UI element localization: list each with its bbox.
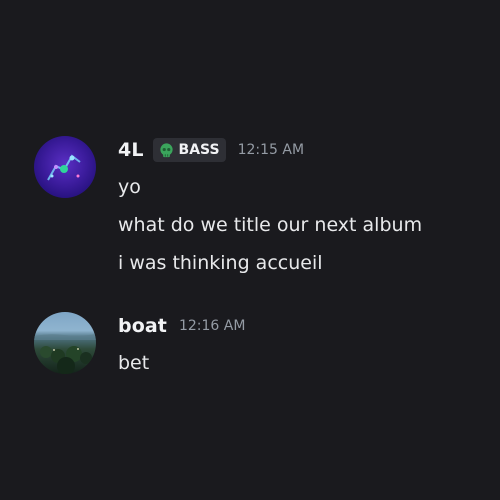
- avatar-4l[interactable]: [34, 136, 96, 198]
- timestamp[interactable]: 12:15 AM: [238, 142, 304, 158]
- message-line-2: what do we title our next album: [118, 214, 423, 236]
- role-tag[interactable]: BASS: [152, 138, 226, 162]
- username[interactable]: boat: [118, 315, 167, 337]
- avatar-boat[interactable]: [34, 312, 96, 374]
- message-header: 4L BASS 12:15 AM: [118, 132, 488, 168]
- message-body-boat: boat 12:16 AM bet: [118, 308, 488, 382]
- avatar-4l-image: [34, 136, 96, 198]
- message-header: boat 12:16 AM: [118, 308, 488, 344]
- username[interactable]: 4L: [118, 139, 144, 161]
- timestamp[interactable]: 12:16 AM: [179, 318, 245, 334]
- chat-message-list: 4L BASS 12:15 AM yo what do we title our…: [0, 0, 500, 500]
- role-label: BASS: [178, 142, 220, 158]
- message-line-1: bet: [118, 352, 150, 374]
- green-skull-icon: [158, 142, 175, 159]
- message-body-4l: 4L BASS 12:15 AM yo what do we title our…: [118, 132, 488, 282]
- avatar-boat-image: [34, 312, 96, 374]
- message-line-3: i was thinking accueil: [118, 252, 323, 274]
- message-line-1: yo: [118, 176, 141, 198]
